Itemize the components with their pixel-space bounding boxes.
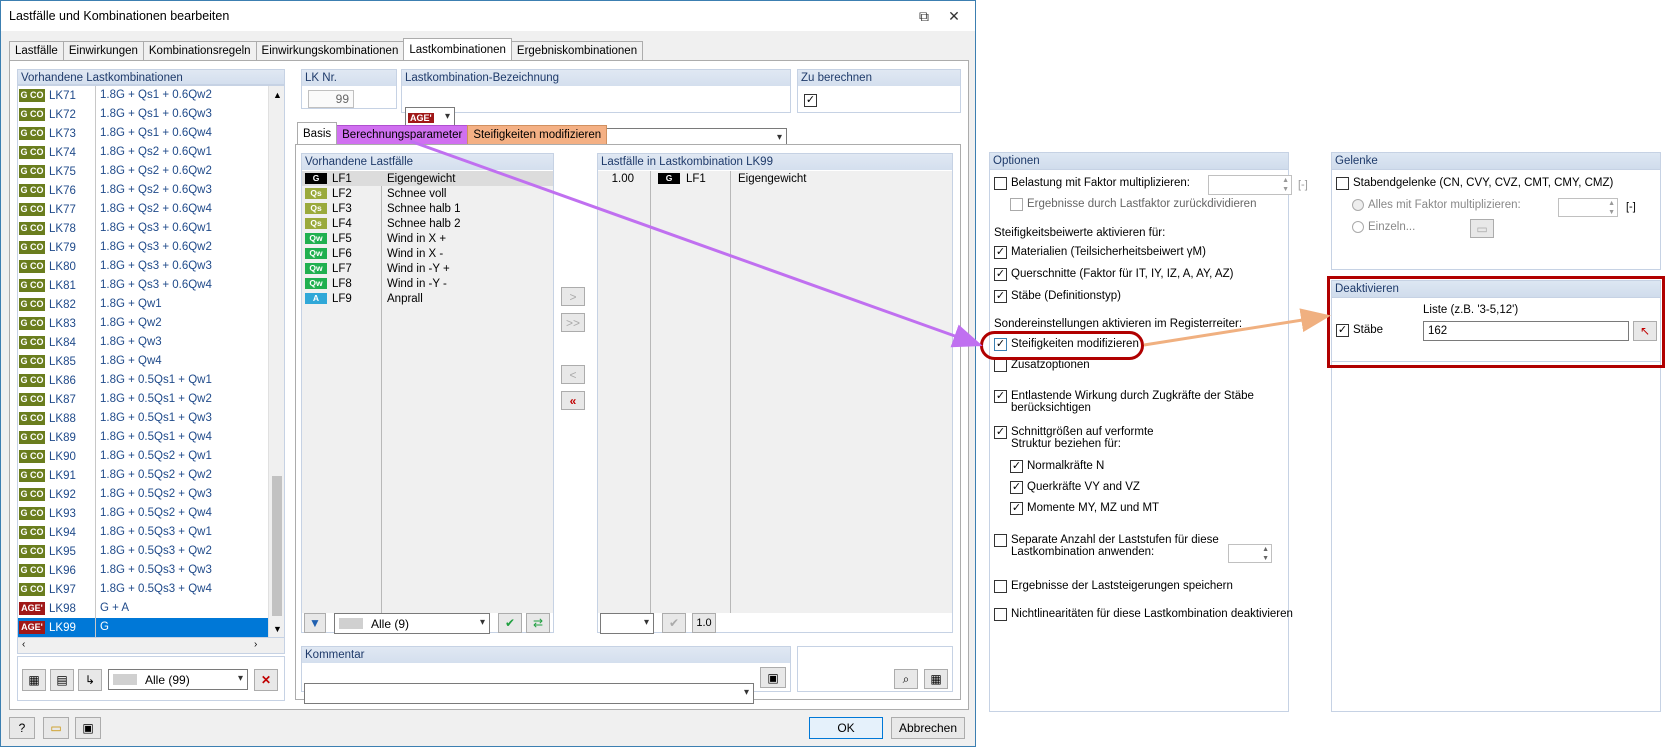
subtab-basis[interactable]: Basis <box>297 122 338 144</box>
annotation-arrows <box>409 139 1331 348</box>
tab-lastkombinationen[interactable]: Lastkombinationen <box>403 38 512 60</box>
purple-arrow <box>409 139 983 348</box>
orange-arrow <box>1143 308 1331 347</box>
